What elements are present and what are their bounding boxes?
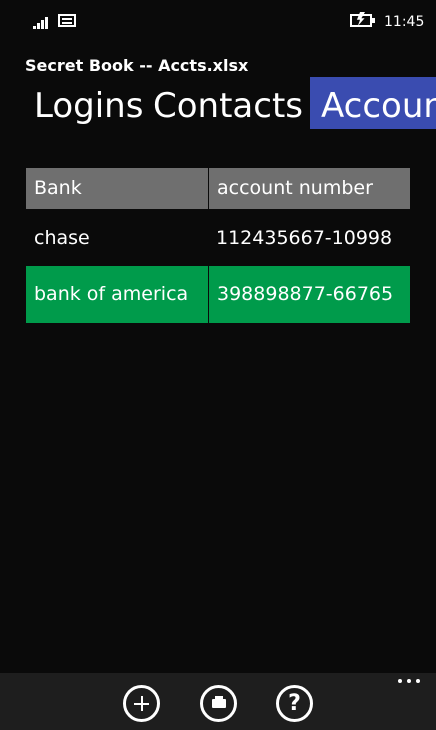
accounts-table: Bank account number chase 112435667-1099… bbox=[26, 168, 410, 323]
status-bar: 11:45 bbox=[0, 0, 436, 40]
battery-charging-icon bbox=[350, 12, 376, 27]
table-row-selected[interactable]: bank of america 398898877-66765 bbox=[26, 266, 410, 323]
message-icon bbox=[58, 14, 76, 27]
app-bar: ? bbox=[0, 673, 436, 730]
tab-logins[interactable]: Logins bbox=[34, 77, 143, 129]
bank-cell[interactable]: chase bbox=[26, 213, 208, 264]
table-row[interactable]: chase 112435667-10998 bbox=[26, 213, 410, 264]
tab-contacts[interactable]: Contacts bbox=[153, 77, 303, 129]
signal-strength-icon bbox=[33, 15, 53, 29]
clock: 11:45 bbox=[384, 14, 425, 30]
help-icon[interactable]: ? bbox=[276, 685, 313, 722]
folder-icon[interactable] bbox=[200, 685, 237, 722]
add-icon[interactable] bbox=[123, 685, 160, 722]
account-number-cell[interactable]: 112435667-10998 bbox=[208, 213, 410, 264]
tab-accounts[interactable]: Account bbox=[310, 77, 436, 129]
column-header-account-number[interactable]: account number bbox=[208, 168, 410, 209]
account-number-cell[interactable]: 398898877-66765 bbox=[208, 266, 410, 323]
pivot-header: Logins Contacts Account bbox=[0, 77, 436, 129]
bank-cell[interactable]: bank of america bbox=[26, 266, 208, 323]
column-header-bank[interactable]: Bank bbox=[26, 168, 208, 209]
help-glyph: ? bbox=[288, 691, 301, 716]
more-icon[interactable] bbox=[396, 675, 424, 687]
table-header: Bank account number bbox=[26, 168, 410, 209]
app-title: Secret Book -- Accts.xlsx bbox=[25, 56, 249, 75]
